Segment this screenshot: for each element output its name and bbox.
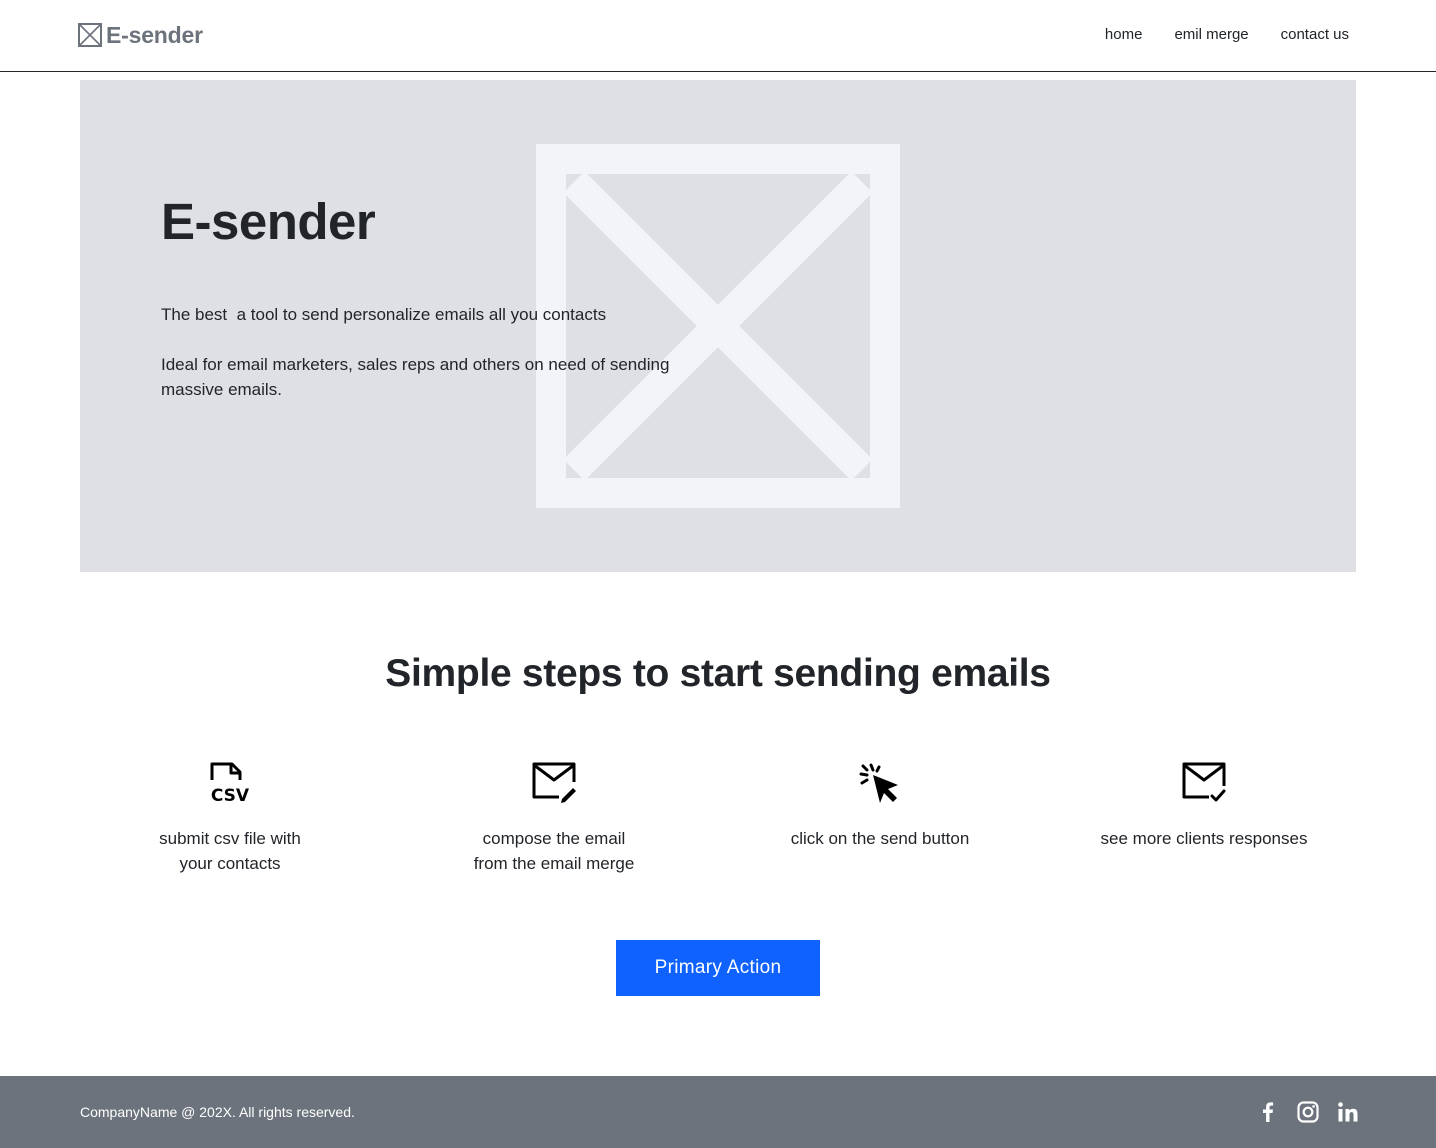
step-text: click on the send button	[790, 829, 970, 848]
step-text: see more clients responses	[1100, 829, 1308, 848]
site-footer: CompanyName @ 202X. All rights reserved.	[0, 1076, 1436, 1148]
facebook-link[interactable]	[1256, 1100, 1280, 1124]
nav-link-email-merge[interactable]: emil merge	[1174, 26, 1248, 44]
step-text: submit csv file with your contacts	[159, 829, 301, 873]
step-upload-csv: CSV submit csv file with your contacts	[80, 760, 380, 876]
linkedin-icon	[1338, 1102, 1358, 1122]
step-text: compose the email from the email merge	[473, 829, 635, 873]
step-click-send: click on the send button	[730, 760, 1030, 851]
svg-text:CSV: CSV	[211, 786, 250, 806]
hero-description: Ideal for email marketers, sales reps an…	[161, 355, 670, 399]
step-compose-email: compose the email from the email merge	[404, 760, 704, 876]
step-see-responses: see more clients responses	[1054, 760, 1354, 851]
logo-placeholder-icon	[78, 23, 102, 47]
hero-title: E-sender	[161, 193, 376, 250]
nav-link-contact-us[interactable]: contact us	[1281, 26, 1349, 44]
linkedin-link[interactable]	[1336, 1100, 1360, 1124]
footer-copyright: CompanyName @ 202X. All rights reserved.	[80, 1104, 355, 1120]
cursor-click-icon	[859, 763, 898, 803]
instagram-icon	[1297, 1101, 1319, 1123]
instagram-link[interactable]	[1296, 1100, 1320, 1124]
csv-file-icon: CSV	[210, 762, 250, 806]
mail-check-icon	[1182, 762, 1226, 802]
hero-section: E-sender The best a tool to send persona…	[80, 80, 1356, 572]
facebook-icon	[1263, 1102, 1274, 1122]
nav-link-home[interactable]: home	[1105, 26, 1143, 44]
mail-edit-icon	[532, 762, 576, 803]
hero-tagline: The best a tool to send personalize emai…	[161, 305, 607, 324]
main-nav: home emil merge contact us	[1073, 26, 1349, 44]
brand-logo-link[interactable]: E-sender	[78, 22, 203, 48]
site-header: E-sender home emil merge contact us	[0, 0, 1436, 72]
steps-title: Simple steps to start sending emails	[385, 652, 1051, 695]
brand-name: E-sender	[106, 21, 203, 48]
primary-action-button[interactable]: Primary Action	[616, 940, 820, 996]
